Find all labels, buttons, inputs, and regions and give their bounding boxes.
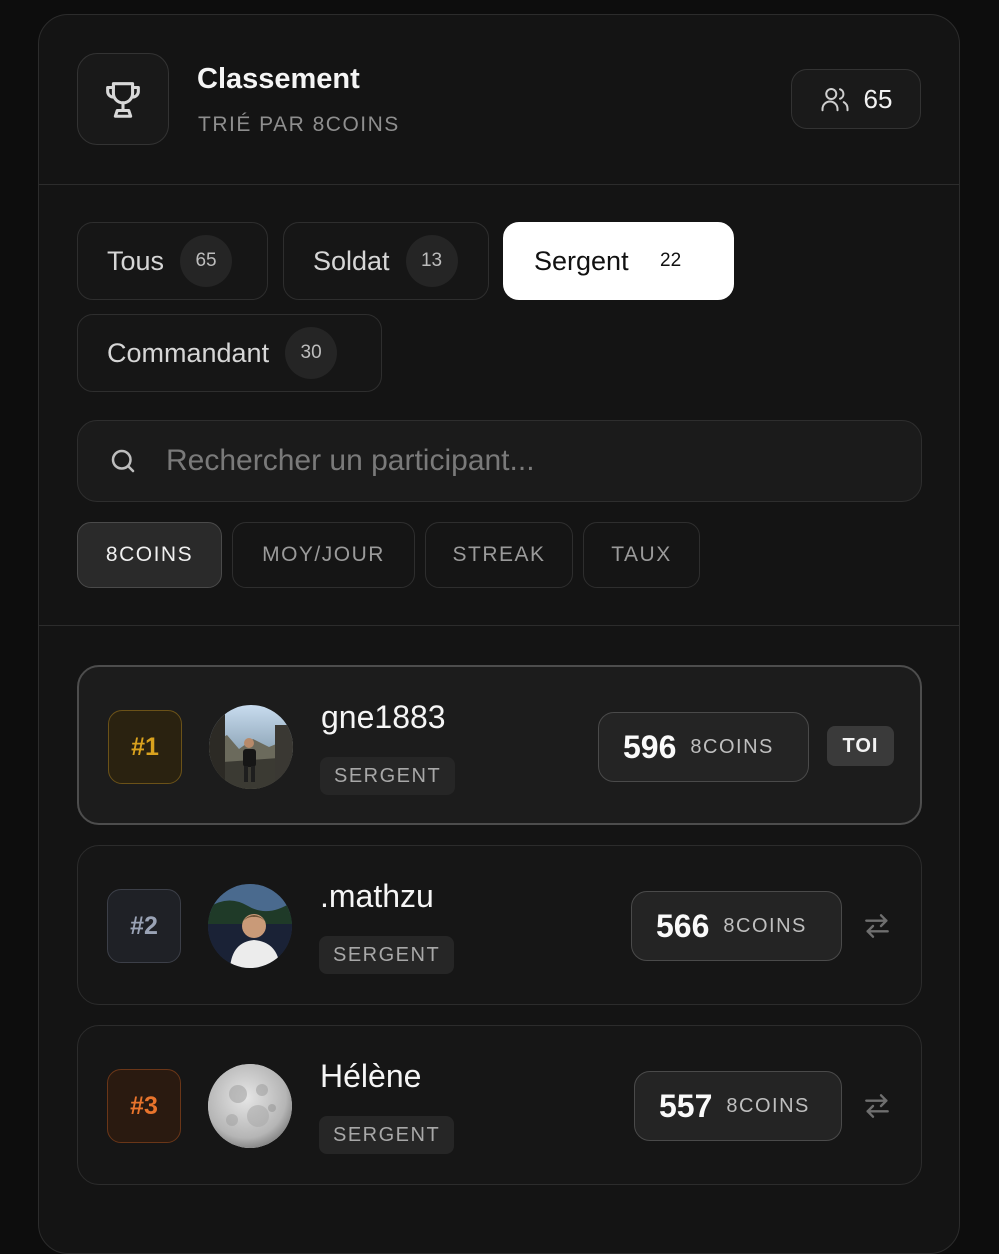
sort-moy-jour-button[interactable]: MOY/JOUR — [232, 522, 415, 588]
score-unit: 8COINS — [726, 1094, 810, 1117]
tab-soldat[interactable]: Soldat 13 — [283, 222, 489, 300]
score-unit: 8COINS — [690, 735, 774, 758]
tab-count: 22 — [660, 250, 682, 271]
username: .mathzu — [320, 878, 434, 914]
username: Hélène — [320, 1058, 422, 1094]
rank-badge: #1 — [108, 710, 182, 784]
score-value: 557 — [659, 1087, 713, 1124]
compare-swap-icon[interactable] — [861, 1090, 893, 1122]
you-badge: TOI — [827, 726, 894, 766]
compare-swap-icon[interactable] — [861, 910, 893, 942]
score-pill: 557 8COINS — [634, 1071, 842, 1141]
sort-subtitle: TRIÉ PAR 8COINS — [198, 113, 400, 136]
sort-8coins-button[interactable]: 8COINS — [77, 522, 222, 588]
avatar — [208, 884, 292, 968]
sort-taux-button[interactable]: TAUX — [583, 522, 700, 588]
grade-badge: SERGENT — [320, 757, 456, 795]
participant-count: 65 — [863, 83, 893, 114]
users-icon — [821, 88, 849, 112]
rank-badge: #3 — [107, 1069, 181, 1143]
avatar — [209, 705, 293, 789]
rank-badge: #2 — [107, 889, 181, 963]
leaderboard-row-2[interactable]: #2 .mathzu SERGENT 566 8COINS — [77, 845, 922, 1005]
sort-streak-button[interactable]: STREAK — [425, 522, 573, 588]
score-value: 596 — [623, 728, 677, 765]
leaderboard-panel: Classement TRIÉ PAR 8COINS 65 Tous 65 So… — [38, 14, 960, 1254]
search-icon — [111, 449, 135, 473]
tab-count: 30 — [285, 327, 338, 379]
score-value: 566 — [656, 907, 710, 944]
leaderboard-row-3[interactable]: #3 Hélène SERGENT 557 8COINS — [77, 1025, 922, 1185]
tab-label: Tous — [107, 245, 165, 276]
search-input[interactable] — [164, 443, 864, 479]
tab-tous[interactable]: Tous 65 — [77, 222, 268, 300]
tab-label: Sergent — [534, 245, 629, 276]
trophy-icon — [77, 53, 169, 145]
leaderboard-header: Classement TRIÉ PAR 8COINS 65 — [39, 15, 959, 185]
username: gne1883 — [321, 699, 446, 735]
score-pill: 566 8COINS — [631, 891, 842, 961]
tab-label: Soldat — [313, 245, 390, 276]
score-pill: 596 8COINS — [598, 712, 809, 782]
tab-count: 65 — [180, 235, 233, 287]
tab-sergent[interactable]: Sergent 22 — [503, 222, 734, 300]
grade-badge: SERGENT — [319, 936, 455, 974]
section-divider — [39, 625, 959, 626]
page-title: Classement — [197, 63, 360, 95]
search-bar[interactable] — [77, 420, 922, 502]
avatar — [208, 1064, 292, 1148]
score-unit: 8COINS — [723, 914, 807, 937]
tab-count: 13 — [405, 235, 458, 287]
tab-commandant[interactable]: Commandant 30 — [77, 314, 382, 392]
grade-badge: SERGENT — [319, 1116, 455, 1154]
leaderboard-row-1[interactable]: #1 gne1883 SERGENT 596 8COINS TOI — [77, 665, 922, 825]
tab-label: Commandant — [107, 337, 270, 368]
participant-count-badge: 65 — [791, 69, 921, 129]
